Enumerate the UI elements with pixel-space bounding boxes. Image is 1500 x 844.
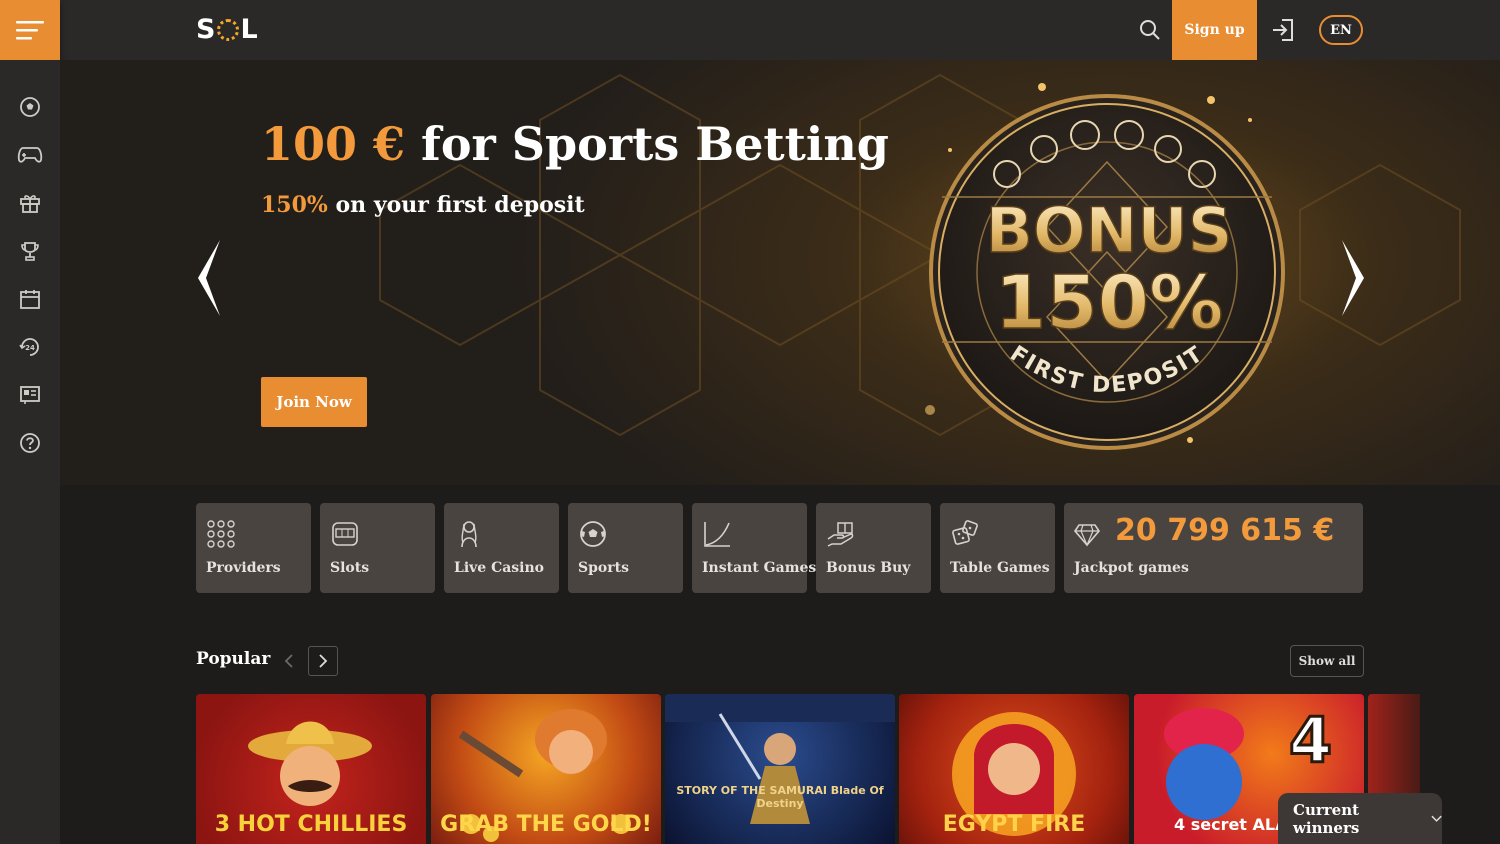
game-tile[interactable]: GRAB THE GOLD! — [431, 694, 661, 844]
slot-machine-icon — [332, 522, 358, 546]
carousel-next-arrow-icon[interactable] — [1338, 238, 1368, 318]
badge-line-1: BONUS — [986, 194, 1233, 267]
hero-subtitle-text: on your first deposit — [327, 192, 585, 218]
sun-logo-icon — [217, 18, 240, 41]
game-title: GRAB THE GOLD! — [440, 812, 652, 837]
join-now-button[interactable]: Join Now — [261, 377, 367, 427]
game-tile[interactable]: EGYPT FIRE — [899, 694, 1129, 844]
logo-letter-l: L — [240, 14, 259, 45]
category-sports[interactable]: Sports — [568, 503, 683, 593]
carousel-prev-arrow-icon[interactable] — [194, 238, 224, 318]
hero-title-text: for Sports Betting — [405, 117, 889, 171]
category-label: Bonus Buy — [826, 560, 911, 576]
category-label: Sports — [578, 560, 629, 576]
login-button[interactable] — [1270, 17, 1296, 43]
calendar-icon — [20, 290, 40, 309]
sidebar: 24 — [0, 60, 60, 844]
login-icon — [1273, 19, 1293, 41]
soccer-ball-icon — [580, 521, 606, 547]
search-button[interactable] — [1136, 16, 1164, 44]
game-art-samurai — [665, 694, 895, 824]
current-winners-toggle[interactable]: Current winners — [1278, 793, 1442, 844]
category-label: Slots — [330, 560, 370, 576]
svg-text:24: 24 — [25, 344, 35, 352]
soccer-ball-icon — [20, 97, 40, 117]
chart-curve-icon — [704, 522, 730, 547]
menu-button[interactable] — [0, 0, 60, 60]
hero-title: 100 € for Sports Betting — [261, 117, 889, 171]
game-title: 3 HOT CHILLIES — [214, 812, 408, 837]
popular-prev-button[interactable] — [276, 648, 302, 674]
sidebar-item-games[interactable] — [15, 140, 45, 170]
dealer-icon — [461, 521, 477, 548]
svg-text:4: 4 — [1289, 704, 1332, 777]
hero-subtitle: 150% on your first deposit — [261, 192, 585, 218]
category-slots[interactable]: Slots — [320, 503, 435, 593]
popular-next-button[interactable] — [308, 646, 338, 676]
chevron-left-icon — [284, 654, 293, 668]
current-winners-label: Current winners — [1293, 800, 1360, 837]
gamepad-icon — [17, 147, 43, 163]
logo-letter-s: S — [196, 14, 217, 45]
game-tile[interactable]: 3 HOT CHILLIES — [196, 694, 426, 844]
category-table-games[interactable]: Table Games — [940, 503, 1055, 593]
support-24-icon: 24 — [19, 338, 39, 356]
jackpot-amount: 20 799 615 € — [1115, 513, 1335, 548]
category-label: Instant Games — [702, 560, 817, 576]
chevron-down-icon — [1431, 815, 1442, 822]
category-label: Providers — [206, 560, 281, 576]
trophy-icon — [21, 242, 39, 261]
jackpot-card[interactable]: 20 799 615 € Jackpot games — [1064, 503, 1363, 593]
hand-gift-icon — [827, 522, 854, 547]
grid-dots-icon — [207, 520, 235, 548]
badge-line-2: 150% — [995, 260, 1224, 346]
category-label: Live Casino — [454, 560, 545, 576]
hero-banner[interactable]: 100 € for Sports Betting 150% on your fi… — [60, 60, 1500, 485]
top-bar: S L Sign up EN — [0, 0, 1500, 60]
hamburger-icon — [16, 21, 44, 40]
chevron-right-icon — [319, 654, 328, 668]
sidebar-item-help[interactable] — [15, 428, 45, 458]
show-all-button[interactable]: Show all — [1290, 645, 1364, 677]
category-live-casino[interactable]: Live Casino — [444, 503, 559, 593]
popular-games-row: 3 HOT CHILLIES GRAB THE GOLD! STORY OF T… — [196, 694, 1420, 844]
signup-button[interactable]: Sign up — [1172, 0, 1257, 60]
popular-title: Popular — [196, 649, 271, 669]
gift-icon — [20, 195, 40, 213]
bonus-badge: BONUS 150% FIRST DEPOSIT — [929, 94, 1285, 450]
hero-title-amount: 100 € — [261, 117, 406, 171]
sidebar-item-support[interactable]: 24 — [15, 332, 45, 362]
category-label: Table Games — [950, 560, 1050, 576]
sidebar-item-calendar[interactable] — [15, 284, 45, 314]
game-tile[interactable]: STORY OF THE SAMURAI Blade Of Destiny — [665, 694, 895, 844]
game-title: STORY OF THE SAMURAI Blade Of Destiny — [676, 784, 884, 810]
search-icon — [1140, 20, 1160, 40]
sidebar-item-tournaments[interactable] — [15, 236, 45, 266]
diamond-icon — [1074, 524, 1100, 547]
jackpot-label: Jackpot games — [1074, 560, 1189, 576]
sidebar-item-promotions[interactable] — [15, 188, 45, 218]
category-bonus-buy[interactable]: Bonus Buy — [816, 503, 931, 593]
sidebar-item-sports[interactable] — [15, 92, 45, 122]
help-icon — [20, 433, 40, 453]
hero-subtitle-percent: 150% — [261, 192, 328, 218]
category-providers[interactable]: Providers — [196, 503, 311, 593]
logo[interactable]: S L — [196, 14, 259, 45]
language-selector[interactable]: EN — [1319, 15, 1363, 45]
game-title: EGYPT FIRE — [942, 812, 1086, 837]
news-icon — [20, 386, 40, 404]
dice-icon — [952, 520, 978, 545]
sidebar-item-news[interactable] — [15, 380, 45, 410]
category-instant-games[interactable]: Instant Games — [692, 503, 816, 593]
